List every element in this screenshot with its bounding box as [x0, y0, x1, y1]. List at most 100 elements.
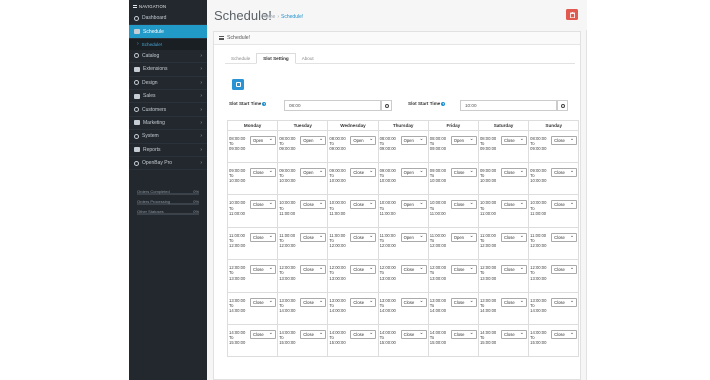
slot-status-select[interactable]: Close	[500, 232, 527, 242]
slot-status-select[interactable]: Close	[250, 265, 276, 275]
slot-time: 14:00:00 To 15:00:00	[430, 330, 450, 346]
slot-cell: 12:00:00 To 13:00:00 Close	[327, 259, 379, 293]
slot-status-select[interactable]: Close	[350, 168, 377, 177]
slot-status-select[interactable]: Close	[551, 297, 578, 307]
slot-start-clock-button[interactable]	[381, 100, 392, 111]
sidebar-item-reports[interactable]: Reports ›	[129, 144, 207, 157]
slot-status-select[interactable]: Close	[350, 329, 377, 339]
slot-cell: 13:00:00 To 14:00:00 Close	[477, 291, 530, 325]
slot-status-select[interactable]: Close	[300, 265, 327, 275]
tab-about[interactable]: About	[296, 53, 320, 64]
slot-time: 13:00:00 To 14:00:00	[480, 298, 500, 314]
slot-cell: 09:00:00 To 10:00:00 Open	[277, 161, 329, 196]
sidebar-item-openbay-pro[interactable]: OpenBay Pro ›	[129, 157, 207, 171]
chevron-right-icon: ›	[200, 160, 202, 167]
slot-to: 10:00:00	[329, 178, 346, 184]
sidebar-item-customers[interactable]: Customers ›	[129, 103, 207, 117]
slot-status-select[interactable]: Close	[551, 265, 578, 275]
slot-status-select[interactable]: Close	[500, 265, 527, 275]
slot-status-select[interactable]: Close	[551, 136, 578, 145]
slot-to: 11:00:00	[530, 210, 547, 216]
slot-to: 09:00:00	[429, 146, 447, 152]
slot-status-select[interactable]: Open	[400, 200, 427, 210]
slot-cell: 11:00:00 To 12:00:00 Close	[226, 226, 279, 261]
sidebar-subitem-schedule[interactable]: › Schedule!	[129, 38, 207, 50]
slot-cell: 12:00:00 To 13:00:00 Close	[477, 259, 530, 293]
slot-status-select[interactable]: Close	[450, 329, 477, 339]
slot-cell-content: 11:00:00 To 12:00:00 Open	[380, 232, 427, 249]
cart-icon	[134, 93, 140, 99]
slot-status-select[interactable]: Open	[250, 136, 276, 145]
slot-status-select[interactable]: Close	[551, 232, 578, 242]
gear-icon	[134, 133, 139, 139]
sidebar-item-dashboard[interactable]: Dashboard	[129, 12, 207, 26]
slot-status-select[interactable]: Close	[250, 200, 276, 210]
slot-status-select[interactable]: Close	[300, 232, 327, 242]
slot-status-select[interactable]: Open	[450, 232, 477, 242]
dashboard-icon	[134, 15, 139, 21]
slot-status-select[interactable]: Close	[250, 232, 276, 242]
slot-status-select[interactable]: Close	[250, 297, 276, 307]
slot-to: 15:00:00	[379, 340, 396, 346]
slot-status-select[interactable]: Close	[500, 297, 527, 307]
slot-status-select[interactable]: Close	[500, 329, 527, 339]
delete-button[interactable]	[566, 9, 578, 20]
slot-cell: 13:00:00 To 14:00:00 Close	[226, 291, 279, 325]
breadcrumb-home[interactable]: Home	[262, 14, 275, 20]
sidebar-item-sales[interactable]: Sales ›	[129, 90, 207, 104]
slot-status-select[interactable]: Close	[400, 265, 427, 275]
tab-schedule[interactable]: Schedule	[225, 53, 256, 64]
trash-icon	[569, 11, 575, 18]
sidebar-item-schedule[interactable]: Schedule	[129, 25, 207, 39]
puzzle-icon	[134, 66, 140, 72]
slot-status-select[interactable]: Open	[300, 136, 327, 145]
slot-status-select[interactable]: Close	[300, 329, 327, 339]
slot-to: 10:00:00	[429, 178, 447, 184]
sidebar-item-design[interactable]: Design ›	[129, 77, 207, 90]
sidebar-item-system[interactable]: System ›	[129, 130, 207, 144]
slot-status-select[interactable]: Close	[350, 200, 377, 210]
slot-status-select[interactable]: Close	[250, 329, 276, 339]
slot-status-select[interactable]: Open	[400, 136, 427, 145]
chevron-right-icon: ›	[200, 106, 202, 113]
slot-cell-content: 09:00:00 To 10:00:00 Close	[530, 168, 578, 184]
slot-status-select[interactable]: Close	[551, 168, 578, 177]
slot-status-select[interactable]: Close	[551, 329, 578, 339]
slot-status-select[interactable]: Open	[300, 168, 327, 177]
slot-status-select[interactable]: Close	[551, 200, 578, 210]
slot-status-select[interactable]: Close	[500, 136, 527, 145]
slot-status-select[interactable]: Close	[250, 168, 276, 177]
slot-status-select[interactable]: Open	[400, 232, 427, 242]
save-button[interactable]	[232, 79, 244, 90]
sidebar-item-marketing[interactable]: Marketing ›	[129, 117, 207, 131]
slot-time: 11:00:00 To 12:00:00	[430, 233, 450, 249]
slot-start-input[interactable]: 08:00	[284, 100, 381, 111]
sidebar-item-extensions[interactable]: Extensions ›	[129, 63, 207, 77]
slot-status-select[interactable]: Close	[450, 297, 477, 307]
slot-status-select[interactable]: Open	[400, 168, 427, 177]
sidebar-item-catalog[interactable]: Catalog ›	[129, 50, 207, 64]
tab-slot-setting[interactable]: Slot Setting	[256, 53, 296, 64]
slot-end-input[interactable]: 10:00	[460, 100, 557, 111]
slot-time: 13:00:00 To 14:00:00	[329, 298, 349, 314]
slot-status-select[interactable]: Close	[450, 168, 477, 177]
slot-status-select[interactable]: Close	[450, 200, 477, 210]
slot-cell: 08:00:00 To 09:00:00 Close	[477, 130, 530, 163]
slot-status-select[interactable]: Close	[350, 297, 377, 307]
slot-status-select[interactable]: Close	[350, 232, 377, 242]
slot-end-label: Slot Start Time?	[408, 101, 446, 106]
slot-status-select[interactable]: Open	[450, 136, 477, 145]
slot-status-select[interactable]: Close	[400, 329, 427, 339]
slot-status-select[interactable]: Close	[450, 265, 477, 275]
slot-status-select[interactable]: Close	[350, 265, 377, 275]
slot-status-select[interactable]: Close	[400, 297, 427, 307]
slot-status-select[interactable]: Close	[300, 297, 327, 307]
slot-status-select[interactable]: Close	[300, 200, 327, 210]
breadcrumb-current[interactable]: Schedule!	[281, 14, 303, 20]
slot-cell-content: 08:00:00 To 09:00:00 Open	[329, 136, 377, 152]
slot-end-clock-button[interactable]	[557, 100, 568, 111]
slot-to: 09:00:00	[279, 146, 296, 152]
slot-status-select[interactable]: Open	[350, 136, 377, 145]
slot-status-select[interactable]: Close	[500, 168, 527, 177]
slot-status-select[interactable]: Close	[500, 200, 527, 210]
